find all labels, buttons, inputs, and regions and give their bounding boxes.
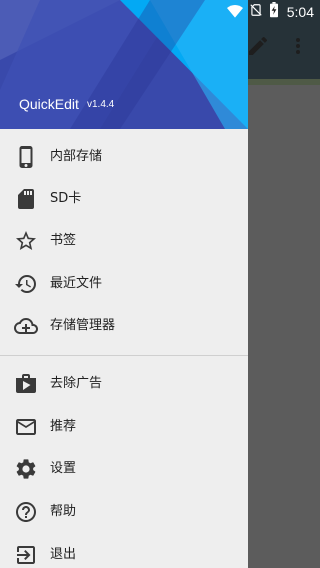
drawer-item-storage-manager[interactable]: 存储管理器 (0, 305, 248, 347)
battery-charging-icon (269, 2, 279, 22)
drawer-item-internal-storage[interactable]: 内部存储 (0, 136, 248, 178)
status-bar: 5:04 (0, 0, 320, 24)
shop-icon (14, 372, 38, 396)
drawer-item-label: 最近文件 (50, 276, 103, 291)
more-vert-icon[interactable] (286, 34, 310, 58)
drawer-item-label: 推荐 (50, 419, 77, 434)
drawer-item-label: 退出 (50, 547, 77, 562)
star-outline-icon (14, 229, 38, 253)
drawer-item-label: 设置 (50, 461, 77, 476)
exit-icon (14, 543, 38, 567)
history-icon (14, 272, 38, 296)
sd-card-icon (14, 187, 38, 211)
drawer-item-label: 书签 (50, 233, 77, 248)
phone-icon (14, 145, 38, 169)
drawer-divider (0, 355, 248, 356)
drawer-item-sd-card[interactable]: SD卡 (0, 178, 248, 220)
drawer-item-label: 存储管理器 (50, 318, 116, 333)
drawer-item-remove-ads[interactable]: 去除广告 (0, 363, 248, 405)
drawer-item-recommend[interactable]: 推荐 (0, 406, 248, 448)
drawer-item-help[interactable]: 帮助 (0, 491, 248, 533)
pencil-icon[interactable] (246, 34, 270, 58)
drawer-item-settings[interactable]: 设置 (0, 448, 248, 490)
app-name: QuickEdit (19, 96, 79, 112)
drawer-item-label: 内部存储 (50, 149, 103, 164)
app-version: v1.4.4 (87, 99, 115, 110)
cloud-upload-icon (14, 314, 38, 338)
mail-icon (14, 415, 38, 439)
status-time: 5:04 (286, 4, 314, 20)
drawer-item-recent-files[interactable]: 最近文件 (0, 263, 248, 305)
drawer-item-exit[interactable]: 退出 (0, 534, 248, 568)
wifi-icon (226, 3, 243, 22)
editor-tab-strip (248, 79, 320, 85)
no-sim-icon (249, 2, 263, 22)
help-icon (14, 500, 38, 524)
drawer-item-label: 去除广告 (50, 376, 103, 391)
gear-icon (14, 457, 38, 481)
drawer-item-label: SD卡 (50, 191, 82, 206)
drawer-item-label: 帮助 (50, 504, 77, 519)
drawer-item-bookmarks[interactable]: 书签 (0, 220, 248, 262)
navigation-drawer: QuickEdit v1.4.4 内部存储 SD卡 书签 最近文件 存储管理器 (0, 0, 248, 568)
